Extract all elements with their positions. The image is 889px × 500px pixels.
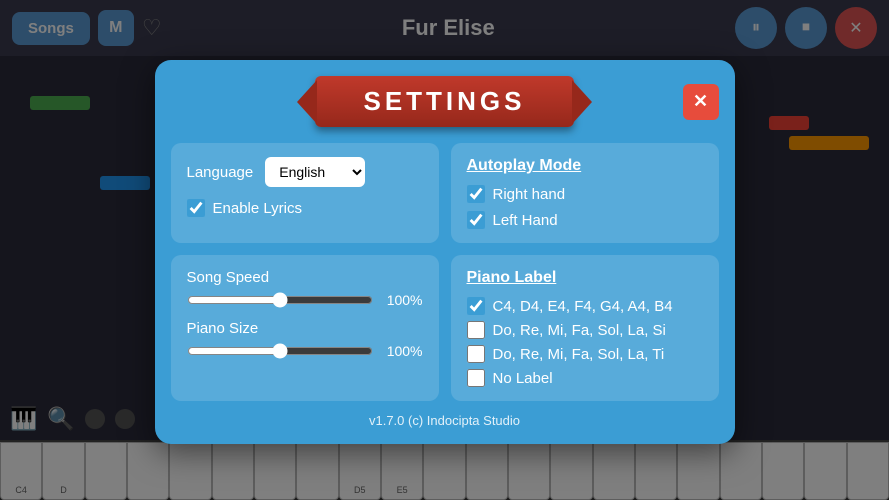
label-none-checkbox[interactable] [467,369,485,387]
piano-label-solfege1-row: Do, Re, Mi, Fa, Sol, La, Si [467,321,703,339]
song-speed-slider-container: 100% [187,292,423,308]
song-speed-value: 100% [383,292,423,308]
piano-size-label: Piano Size [187,320,423,337]
autoplay-panel: Autoplay Mode Right hand Left Hand [451,143,719,243]
speed-panel: Song Speed 100% Piano Size 100% [171,255,439,401]
autoplay-right-hand-row: Right hand [467,185,703,203]
piano-size-slider[interactable] [187,343,373,359]
enable-lyrics-checkbox[interactable] [187,199,205,217]
piano-label-panel: Piano Label C4, D4, E4, F4, G4, A4, B4 D… [451,255,719,401]
left-hand-label[interactable]: Left Hand [493,212,558,229]
enable-lyrics-row: Enable Lyrics [187,199,423,217]
language-row: Language English Spanish French German [187,157,423,187]
language-label: Language [187,164,254,181]
piano-label-none-row: No Label [467,369,703,387]
label-solfege1-label[interactable]: Do, Re, Mi, Fa, Sol, La, Si [493,322,666,339]
enable-lyrics-label[interactable]: Enable Lyrics [213,200,303,217]
left-hand-checkbox[interactable] [467,211,485,229]
settings-header: SETTINGS ✕ [171,76,719,127]
label-c4-label[interactable]: C4, D4, E4, F4, G4, A4, B4 [493,298,673,315]
label-solfege2-checkbox[interactable] [467,345,485,363]
language-select[interactable]: English Spanish French German [265,157,365,187]
right-hand-checkbox[interactable] [467,185,485,203]
label-solfege2-label[interactable]: Do, Re, Mi, Fa, Sol, La, Ti [493,346,665,363]
close-dialog-button[interactable]: ✕ [683,84,719,120]
autoplay-list: Right hand Left Hand [467,185,703,229]
song-speed-slider[interactable] [187,292,373,308]
version-text: v1.7.0 (c) Indocipta Studio [171,413,719,428]
piano-label-solfege2-row: Do, Re, Mi, Fa, Sol, La, Ti [467,345,703,363]
piano-size-row: Piano Size 100% [187,320,423,359]
piano-size-slider-container: 100% [187,343,423,359]
piano-label-list: C4, D4, E4, F4, G4, A4, B4 Do, Re, Mi, F… [467,297,703,387]
label-solfege1-checkbox[interactable] [467,321,485,339]
right-hand-label[interactable]: Right hand [493,186,566,203]
autoplay-left-hand-row: Left Hand [467,211,703,229]
settings-title: SETTINGS [315,76,573,127]
settings-dialog: SETTINGS ✕ Language English Spanish Fren… [155,60,735,444]
song-speed-row: Song Speed 100% [187,269,423,308]
label-c4-checkbox[interactable] [467,297,485,315]
song-speed-label: Song Speed [187,269,423,286]
piano-label-title: Piano Label [467,269,703,287]
piano-label-c4-row: C4, D4, E4, F4, G4, A4, B4 [467,297,703,315]
language-panel: Language English Spanish French German E… [171,143,439,243]
autoplay-title: Autoplay Mode [467,157,703,175]
piano-size-value: 100% [383,343,423,359]
label-none-label[interactable]: No Label [493,370,553,387]
settings-content: Language English Spanish French German E… [171,143,719,401]
